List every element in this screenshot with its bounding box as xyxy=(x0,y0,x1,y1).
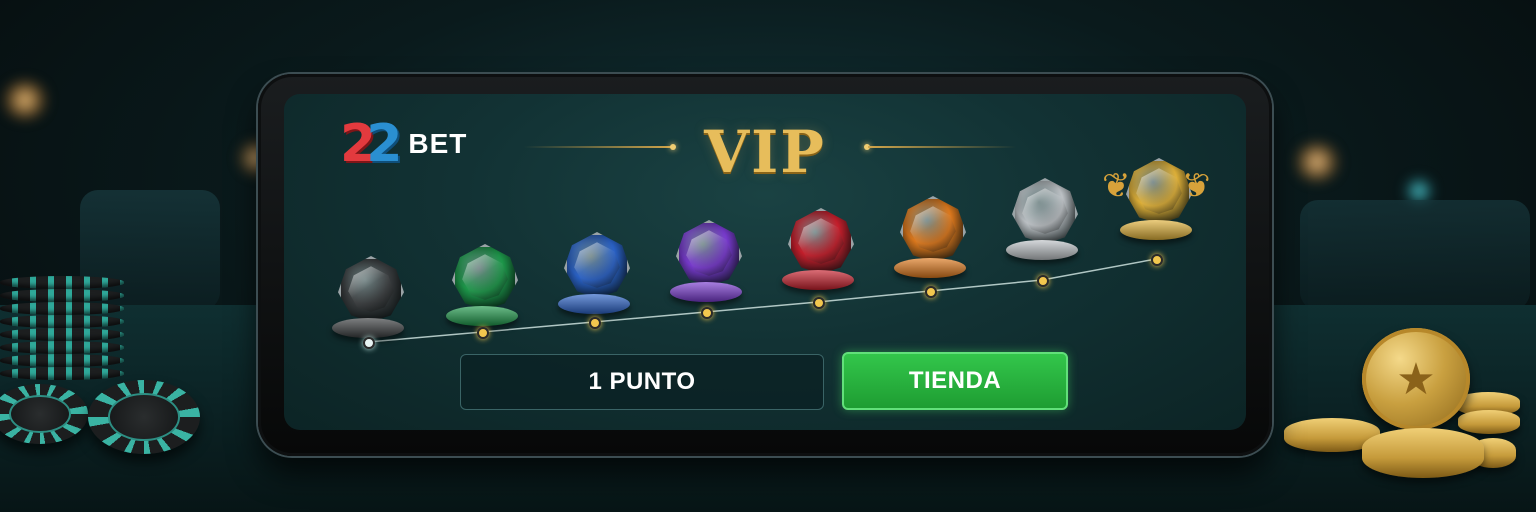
shop-button-label: TIENDA xyxy=(908,367,1002,394)
gem-pedestal xyxy=(332,318,404,338)
progress-node xyxy=(477,327,489,339)
progress-node xyxy=(701,307,713,319)
vip-level-badge[interactable] xyxy=(1002,178,1082,268)
vip-level-badge[interactable] xyxy=(328,256,408,346)
gem-pedestal xyxy=(446,306,518,326)
laurel-wreath-icon: ❦ xyxy=(1181,167,1211,205)
progress-node xyxy=(1037,275,1049,287)
progress-node xyxy=(589,317,601,329)
gem-pedestal xyxy=(782,270,854,290)
gem-pedestal xyxy=(558,294,630,314)
points-label: 1 PUNTO xyxy=(588,368,696,395)
gem-pedestal xyxy=(670,282,742,302)
star-coin-icon: ★ xyxy=(1362,328,1470,430)
orange-gem-icon xyxy=(900,196,966,262)
gold-coin xyxy=(1458,410,1520,434)
tablet-device: 22 BET VIP ❦ ❦ 1 PUNTO TIENDA xyxy=(258,74,1272,456)
vip-level-badge[interactable] xyxy=(890,196,970,286)
blue-gem-icon xyxy=(564,232,630,298)
gold-coin xyxy=(1362,428,1484,478)
points-display: 1 PUNTO xyxy=(460,354,824,410)
progress-node xyxy=(925,286,937,298)
progress-node xyxy=(363,337,375,349)
vip-level-badge[interactable] xyxy=(442,244,522,334)
gem-pedestal xyxy=(894,258,966,278)
red-gem-icon xyxy=(788,208,854,274)
purple-gem-icon xyxy=(676,220,742,286)
background-lamp xyxy=(1292,142,1342,182)
poker-chip-stack xyxy=(0,276,126,386)
vip-level-badge[interactable] xyxy=(554,232,634,322)
gem-pedestal xyxy=(1120,220,1192,240)
silver-gem-icon xyxy=(1012,178,1078,244)
black-gem-icon xyxy=(338,256,404,322)
vip-level-badge[interactable] xyxy=(778,208,858,298)
progress-node xyxy=(813,297,825,309)
shop-button[interactable]: TIENDA xyxy=(842,352,1068,410)
progress-node xyxy=(1151,254,1163,266)
background-booth xyxy=(1300,200,1530,310)
gem-pedestal xyxy=(1006,240,1078,260)
background-lamp xyxy=(0,80,50,120)
vip-level-badge[interactable]: ❦ ❦ xyxy=(1102,158,1210,248)
laurel-wreath-icon: ❦ xyxy=(1102,167,1131,205)
vip-screen: 22 BET VIP ❦ ❦ 1 PUNTO TIENDA xyxy=(284,94,1246,430)
poker-chip xyxy=(88,380,200,454)
vip-level-badge[interactable] xyxy=(666,220,746,310)
green-gem-icon xyxy=(452,244,518,310)
